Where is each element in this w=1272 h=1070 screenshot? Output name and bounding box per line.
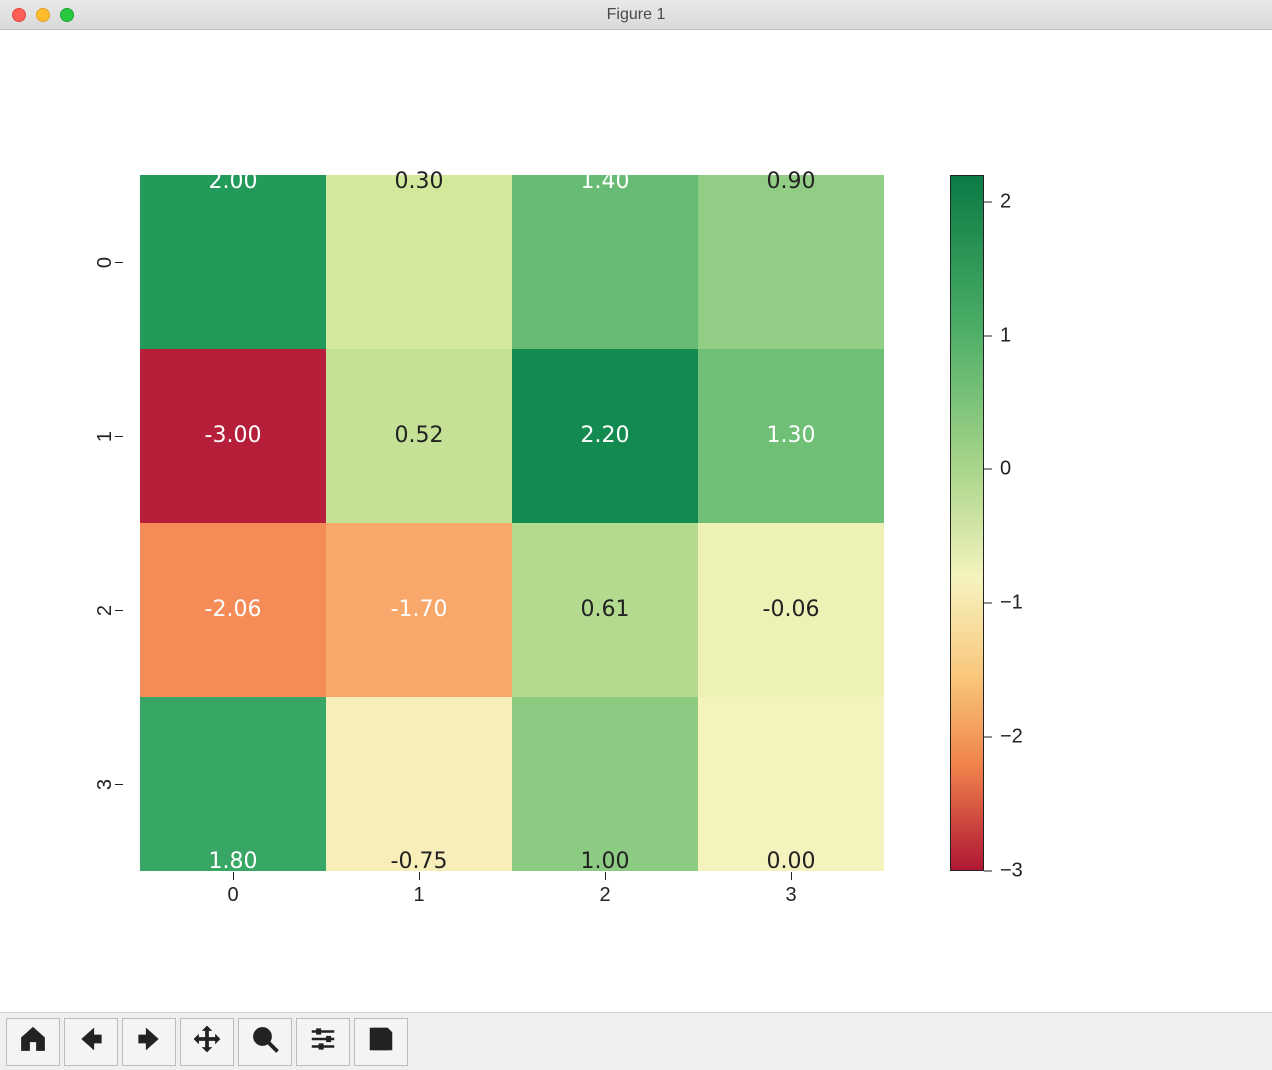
- heatmap-cell-label: 1.80: [209, 851, 258, 873]
- heatmap-cell: 1.00: [512, 697, 698, 871]
- y-axis-ticks: 0123: [100, 175, 111, 871]
- heatmap-cell: 0.52: [326, 349, 512, 523]
- y-tick-label: 2: [94, 604, 117, 615]
- colorbar-tick: 0: [984, 458, 1011, 481]
- heatmap-cell: -1.70: [326, 523, 512, 697]
- heatmap-cell-label: 0.30: [395, 171, 444, 193]
- heatmap-cell-label: -2.06: [205, 599, 262, 621]
- minimize-window-button[interactable]: [36, 8, 50, 22]
- heatmap-cell: 1.80: [140, 697, 326, 871]
- sliders-icon: [308, 1024, 338, 1059]
- heatmap-cell: 1.30: [698, 349, 884, 523]
- heatmap-cell-label: -0.06: [763, 599, 820, 621]
- heatmap-cell-label: 0.00: [767, 851, 816, 873]
- x-tick: 1: [326, 884, 512, 907]
- pan-button[interactable]: [180, 1018, 234, 1066]
- save-button[interactable]: [354, 1018, 408, 1066]
- window-controls: [12, 8, 74, 22]
- heatmap-cell: 2.20: [512, 349, 698, 523]
- window-title: Figure 1: [0, 6, 1272, 24]
- heatmap-cell: 1.40: [512, 175, 698, 349]
- colorbar-tick: −1: [984, 592, 1023, 615]
- y-tick-label: 1: [94, 430, 117, 441]
- heatmap-cell-label: 2.00: [209, 171, 258, 193]
- y-tick: 1: [100, 349, 111, 523]
- heatmap-cell-label: -3.00: [205, 425, 262, 447]
- home-icon: [18, 1024, 48, 1059]
- window-titlebar: Figure 1: [0, 0, 1272, 30]
- save-icon: [366, 1024, 396, 1059]
- move-icon: [192, 1024, 222, 1059]
- zoom-window-button[interactable]: [60, 8, 74, 22]
- colorbar-tick: −2: [984, 726, 1023, 749]
- heatmap-plot: 2.000.301.400.90 -3.00 0.52 2.20 1.30 -2.06 -1…: [140, 175, 884, 871]
- heatmap-cell: 2.00: [140, 175, 326, 349]
- x-tick: 0: [140, 884, 326, 907]
- x-tick: 2: [512, 884, 698, 907]
- colorbar-tick-label: −3: [1000, 860, 1023, 883]
- heatmap-cell-label: 1.40: [581, 171, 630, 193]
- colorbar: 210−1−2−3: [950, 175, 1038, 871]
- heatmap-cell: 0.90: [698, 175, 884, 349]
- heatmap-cell: 0.61: [512, 523, 698, 697]
- colorbar-tick: 1: [984, 324, 1011, 347]
- colorbar-tick-label: −2: [1000, 726, 1023, 749]
- heatmap-cell-label: 1.30: [767, 425, 816, 447]
- heatmap-cell-label: 1.00: [581, 851, 630, 873]
- back-arrow-icon: [76, 1024, 106, 1059]
- home-button[interactable]: [6, 1018, 60, 1066]
- x-tick: 3: [698, 884, 884, 907]
- heatmap-cell: -3.00: [140, 349, 326, 523]
- magnifier-icon: [250, 1024, 280, 1059]
- back-button[interactable]: [64, 1018, 118, 1066]
- y-tick: 0: [100, 175, 111, 349]
- heatmap-cell: 0.30: [326, 175, 512, 349]
- matplotlib-toolbar: [0, 1012, 1272, 1070]
- heatmap-cell-label: 0.52: [395, 425, 444, 447]
- y-tick: 3: [100, 697, 111, 871]
- heatmap-cell: -2.06: [140, 523, 326, 697]
- heatmap-cell-label: 0.90: [767, 171, 816, 193]
- heatmap-cell: 0.00: [698, 697, 884, 871]
- y-tick: 2: [100, 523, 111, 697]
- heatmap-cell: -0.06: [698, 523, 884, 697]
- colorbar-tick: 2: [984, 190, 1011, 213]
- zoom-button[interactable]: [238, 1018, 292, 1066]
- y-tick-label: 3: [94, 778, 117, 789]
- colorbar-tick-label: −1: [1000, 592, 1023, 615]
- colorbar-tick-label: 1: [1000, 324, 1011, 347]
- x-axis-ticks: 0123: [140, 884, 884, 907]
- heatmap-cell-label: -0.75: [391, 851, 448, 873]
- forward-button[interactable]: [122, 1018, 176, 1066]
- colorbar-tick: −3: [984, 860, 1023, 883]
- forward-arrow-icon: [134, 1024, 164, 1059]
- heatmap-cell-label: -1.70: [391, 599, 448, 621]
- heatmap-cell-label: 0.61: [581, 599, 630, 621]
- figure-canvas: 2.000.301.400.90-3.000.522.201.30-2.06-1…: [0, 30, 1272, 1012]
- y-tick-label: 0: [94, 256, 117, 267]
- close-window-button[interactable]: [12, 8, 26, 22]
- heatmap-cell: -0.75: [326, 697, 512, 871]
- heatmap-cell-label: 2.20: [581, 425, 630, 447]
- colorbar-tick-label: 2: [1000, 190, 1011, 213]
- configure-subplots-button[interactable]: [296, 1018, 350, 1066]
- colorbar-tick-label: 0: [1000, 458, 1011, 481]
